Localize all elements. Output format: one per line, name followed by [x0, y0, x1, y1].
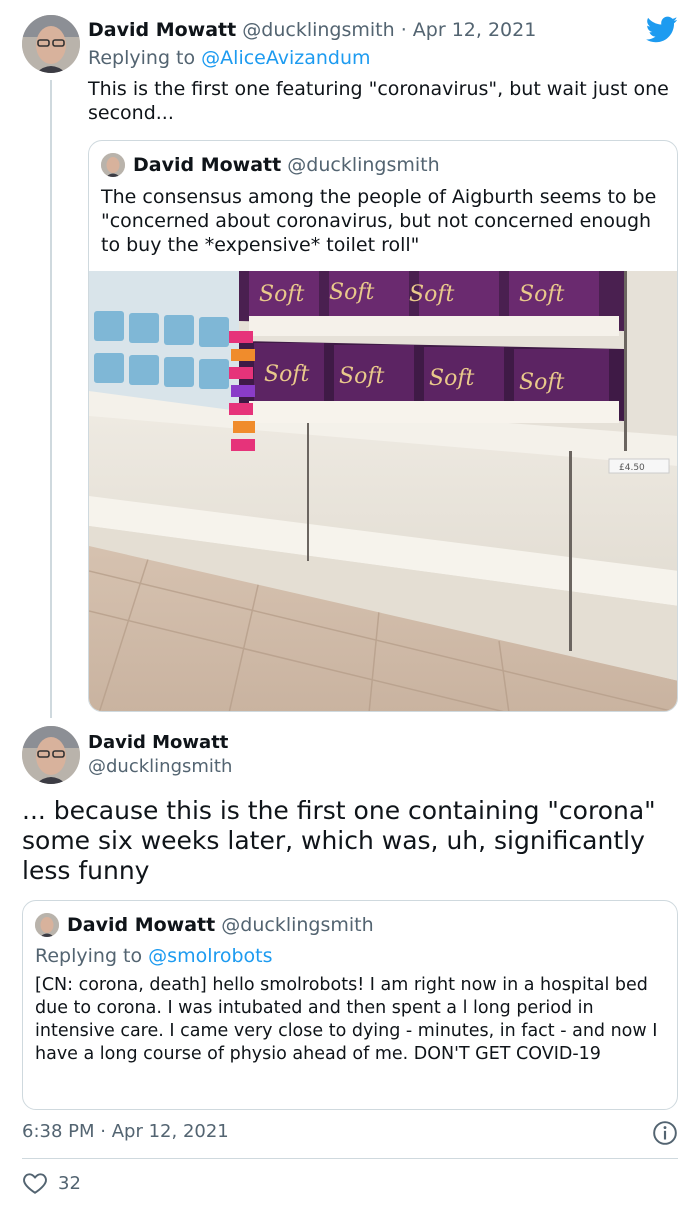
- avatar: [101, 153, 125, 177]
- soft-logo: Soft: [429, 366, 474, 391]
- divider: [22, 1158, 678, 1159]
- separator: ·: [400, 19, 407, 41]
- heart-icon: [23, 1173, 47, 1194]
- info-icon[interactable]: [652, 1120, 678, 1146]
- tweet-date[interactable]: Apr 12, 2021: [413, 19, 537, 41]
- tweet-header: David Mowatt @ducklingsmith · Apr 12, 20…: [88, 18, 536, 42]
- soft-logo: Soft: [264, 362, 309, 387]
- quoted-tweet-text: The consensus among the people of Aigbur…: [101, 186, 657, 256]
- avatar[interactable]: [22, 726, 80, 784]
- soft-logo: Soft: [519, 370, 564, 395]
- quoted-tweet-header: David Mowatt @ducklingsmith: [35, 913, 374, 937]
- tweet-text: This is the first one featuring "coronav…: [88, 78, 669, 124]
- quoted-tweet-text: [CN: corona, death] hello smolrobots! I …: [35, 975, 658, 1064]
- toilet-roll-shelf-photo[interactable]: £4.50 Soft Soft Soft Soft Soft Soft Soft…: [89, 271, 678, 712]
- quoted-tweet-header: David Mowatt @ducklingsmith: [101, 153, 440, 177]
- replying-to-link[interactable]: @smolrobots: [148, 945, 272, 967]
- author-name[interactable]: David Mowatt: [88, 732, 228, 754]
- like-button[interactable]: 32: [22, 1170, 81, 1196]
- twitter-bird-icon[interactable]: [646, 16, 678, 44]
- quoted-tweet[interactable]: David Mowatt @ducklingsmith Replying to …: [22, 900, 678, 1110]
- thread-line: [50, 80, 52, 718]
- replying-to-link[interactable]: @AliceAvizandum: [201, 47, 370, 69]
- like-count: 32: [58, 1172, 81, 1194]
- replying-prefix: Replying to: [35, 945, 143, 967]
- soft-logo: Soft: [519, 282, 564, 307]
- tweet-text: ... because this is the first one contai…: [22, 796, 656, 885]
- price-label: £4.50: [619, 463, 645, 473]
- soft-logo: Soft: [259, 282, 304, 307]
- tweet-date: Apr 12, 2021: [111, 1121, 229, 1142]
- avatar: [35, 913, 59, 937]
- author-handle[interactable]: @ducklingsmith: [242, 19, 394, 41]
- author-handle: @ducklingsmith: [221, 914, 374, 936]
- tweet-time: 6:38 PM: [22, 1121, 95, 1142]
- replying-to: Replying to @AliceAvizandum: [88, 46, 371, 70]
- soft-logo: Soft: [329, 280, 374, 305]
- replying-prefix: Replying to: [88, 47, 196, 69]
- tweet-timestamp[interactable]: 6:38 PM · Apr 12, 2021: [22, 1120, 229, 1144]
- avatar[interactable]: [22, 15, 80, 73]
- replying-to: Replying to @smolrobots: [35, 944, 273, 968]
- author-name: David Mowatt: [133, 154, 282, 176]
- separator: ·: [100, 1121, 106, 1142]
- author-handle: @ducklingsmith: [287, 154, 440, 176]
- author-name[interactable]: David Mowatt: [88, 19, 236, 41]
- quoted-tweet[interactable]: David Mowatt @ducklingsmith The consensu…: [88, 140, 678, 712]
- author-handle[interactable]: @ducklingsmith: [88, 756, 232, 778]
- author-name: David Mowatt: [67, 914, 216, 936]
- soft-logo: Soft: [339, 364, 384, 389]
- soft-logo: Soft: [409, 282, 454, 307]
